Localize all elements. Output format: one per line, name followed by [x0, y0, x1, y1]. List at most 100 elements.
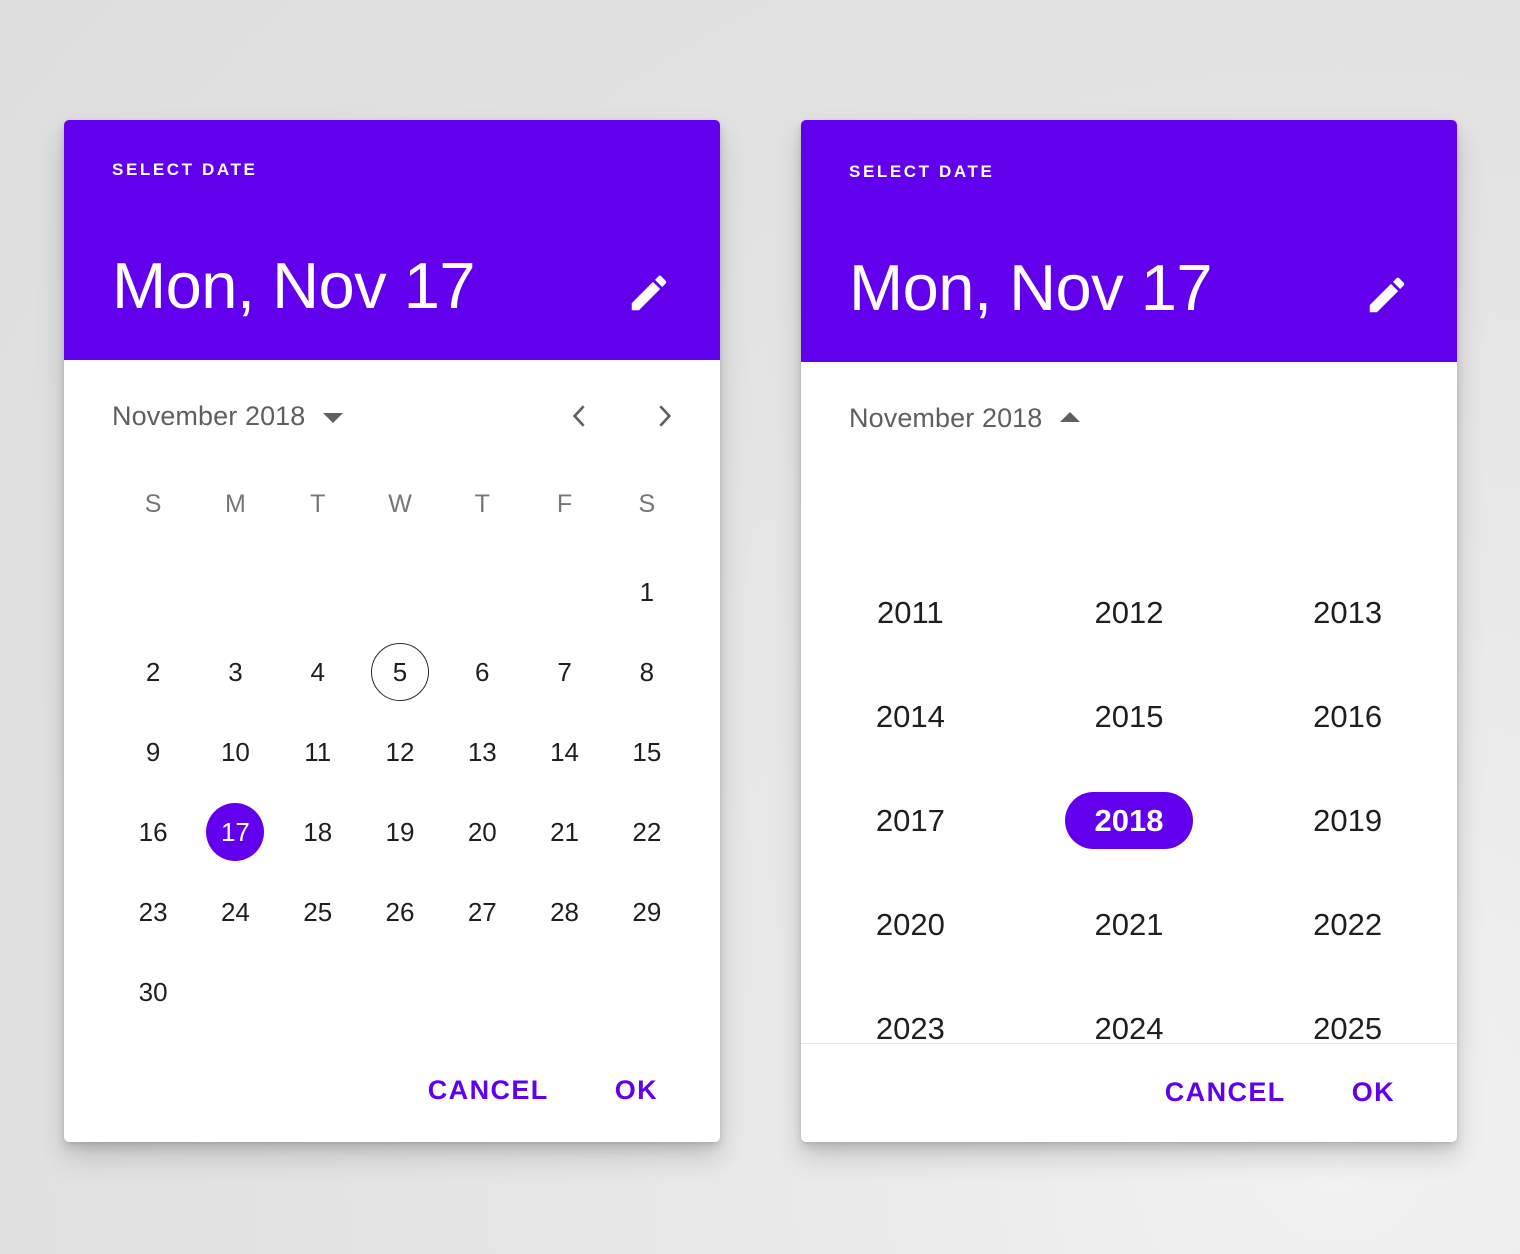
- year-label: 2022: [1313, 906, 1383, 942]
- day-label: 5: [370, 643, 429, 701]
- dialog-overline: SELECT DATE: [849, 162, 995, 181]
- year-option-2024[interactable]: 2024: [1020, 976, 1239, 1044]
- calendar-day-11[interactable]: 11: [277, 712, 359, 792]
- year-option-2021[interactable]: 2021: [1020, 872, 1239, 976]
- calendar-day-26[interactable]: 26: [359, 872, 441, 952]
- calendar-day-12[interactable]: 12: [359, 712, 441, 792]
- month-navigation-row: November 2018: [64, 385, 720, 447]
- day-label: 22: [632, 816, 662, 847]
- calendar-day-21[interactable]: 21: [523, 792, 605, 872]
- calendar-day-15[interactable]: 15: [606, 712, 688, 792]
- dialog-header: SELECT DATE Mon, Nov 17: [64, 120, 720, 360]
- day-label: 30: [138, 976, 168, 1007]
- calendar-day-1[interactable]: 1: [606, 552, 688, 632]
- day-label: 28: [550, 896, 580, 927]
- calendar-day-10[interactable]: 10: [194, 712, 276, 792]
- day-label: 29: [632, 896, 662, 927]
- date-picker-dialog-calendar: SELECT DATE Mon, Nov 17 November 2018 S M…: [64, 120, 720, 1142]
- day-label: 25: [303, 896, 333, 927]
- month-year-label: November 2018: [112, 400, 306, 431]
- chevron-right-icon[interactable]: [650, 401, 680, 431]
- year-option-2014[interactable]: 2014: [801, 664, 1020, 768]
- ok-button[interactable]: OK: [1332, 1063, 1415, 1122]
- cancel-button[interactable]: CANCEL: [1145, 1063, 1306, 1122]
- day-of-week-2: T: [310, 490, 326, 518]
- calendar-day-14[interactable]: 14: [523, 712, 605, 792]
- calendar-day-16[interactable]: 16: [112, 792, 194, 872]
- year-list-scroll-area[interactable]: 2011 2012 2013 2014 2015 2016 2017 2018 2019 2020…: [801, 460, 1457, 1044]
- selected-date-headline: Mon, Nov 17: [112, 249, 476, 322]
- month-year-label: November 2018: [849, 402, 1043, 433]
- day-label: 7: [557, 656, 572, 687]
- triangle-up-icon: [1060, 411, 1081, 422]
- day-of-week-3: W: [388, 490, 412, 518]
- day-label: 19: [385, 816, 415, 847]
- calendar-day-5[interactable]: 5: [359, 632, 441, 712]
- calendar-day-2[interactable]: 2: [112, 632, 194, 712]
- year-label: 2015: [1094, 698, 1164, 734]
- year-option-2025[interactable]: 2025: [1238, 976, 1457, 1044]
- calendar-day-28[interactable]: 28: [523, 872, 605, 952]
- calendar-day-7[interactable]: 7: [523, 632, 605, 712]
- calendar-day-20[interactable]: 20: [441, 792, 523, 872]
- day-label: 21: [550, 816, 580, 847]
- calendar-day-13[interactable]: 13: [441, 712, 523, 792]
- year-label: 2020: [875, 906, 945, 942]
- dialog-header: SELECT DATE Mon, Nov 17: [801, 120, 1457, 362]
- calendar-day-22[interactable]: 22: [606, 792, 688, 872]
- year-option-2012[interactable]: 2012: [1020, 560, 1239, 664]
- calendar-day-19[interactable]: 19: [359, 792, 441, 872]
- day-label: 12: [385, 736, 415, 767]
- month-year-dropdown-button[interactable]: November 2018: [849, 387, 1081, 449]
- year-label: 2023: [875, 1010, 945, 1044]
- pencil-icon[interactable]: [1364, 272, 1410, 318]
- date-picker-dialog-year: SELECT DATE Mon, Nov 17 November 2018 20…: [801, 120, 1457, 1142]
- day-of-week-header: SMTWTFS: [112, 490, 688, 519]
- pencil-icon[interactable]: [626, 270, 672, 316]
- day-label: 8: [639, 656, 655, 687]
- year-option-2011[interactable]: 2011: [801, 560, 1020, 664]
- year-label: 2017: [875, 802, 945, 838]
- year-label: 2013: [1313, 594, 1383, 630]
- day-label: 18: [303, 816, 333, 847]
- calendar-day-6[interactable]: 6: [441, 632, 523, 712]
- day-label: 16: [138, 816, 168, 847]
- year-option-2022[interactable]: 2022: [1238, 872, 1457, 976]
- cancel-button[interactable]: CANCEL: [408, 1061, 569, 1120]
- calendar-cell-empty: [112, 552, 194, 632]
- year-option-2018[interactable]: 2018: [1020, 768, 1239, 872]
- year-option-2016[interactable]: 2016: [1238, 664, 1457, 768]
- year-option-2023[interactable]: 2023: [801, 976, 1020, 1044]
- calendar-day-17[interactable]: 17: [194, 792, 276, 872]
- dialog-actions: CANCEL OK: [1145, 1063, 1457, 1122]
- day-label: 14: [550, 736, 580, 767]
- day-of-week-4: T: [474, 490, 490, 518]
- calendar-day-4[interactable]: 4: [277, 632, 359, 712]
- calendar-day-25[interactable]: 25: [277, 872, 359, 952]
- calendar-day-23[interactable]: 23: [112, 872, 194, 952]
- calendar-day-3[interactable]: 3: [194, 632, 276, 712]
- year-option-2015[interactable]: 2015: [1020, 664, 1239, 768]
- calendar-day-9[interactable]: 9: [112, 712, 194, 792]
- day-label: 4: [310, 656, 325, 687]
- calendar-day-24[interactable]: 24: [194, 872, 276, 952]
- triangle-down-icon: [323, 412, 344, 423]
- year-label: 2019: [1313, 802, 1383, 838]
- year-label: 2024: [1094, 1010, 1164, 1044]
- calendar-day-8[interactable]: 8: [606, 632, 688, 712]
- ok-button[interactable]: OK: [595, 1061, 678, 1120]
- day-label: 6: [475, 656, 490, 687]
- day-label: 3: [228, 656, 243, 687]
- calendar-day-30[interactable]: 30: [112, 952, 194, 1032]
- calendar-day-grid: 1 2 3 4 5 6 7 8 9 10 11 12 13 14 15 16 17 18 19 20 21 22 23 24 2…: [112, 552, 688, 1032]
- calendar-day-27[interactable]: 27: [441, 872, 523, 952]
- month-year-dropdown-button[interactable]: November 2018: [112, 385, 344, 447]
- calendar-day-18[interactable]: 18: [277, 792, 359, 872]
- year-option-2019[interactable]: 2019: [1238, 768, 1457, 872]
- year-label: 2014: [875, 698, 945, 734]
- year-option-2013[interactable]: 2013: [1238, 560, 1457, 664]
- year-option-2017[interactable]: 2017: [801, 768, 1020, 872]
- chevron-left-icon[interactable]: [564, 401, 594, 431]
- calendar-day-29[interactable]: 29: [606, 872, 688, 952]
- year-option-2020[interactable]: 2020: [801, 872, 1020, 976]
